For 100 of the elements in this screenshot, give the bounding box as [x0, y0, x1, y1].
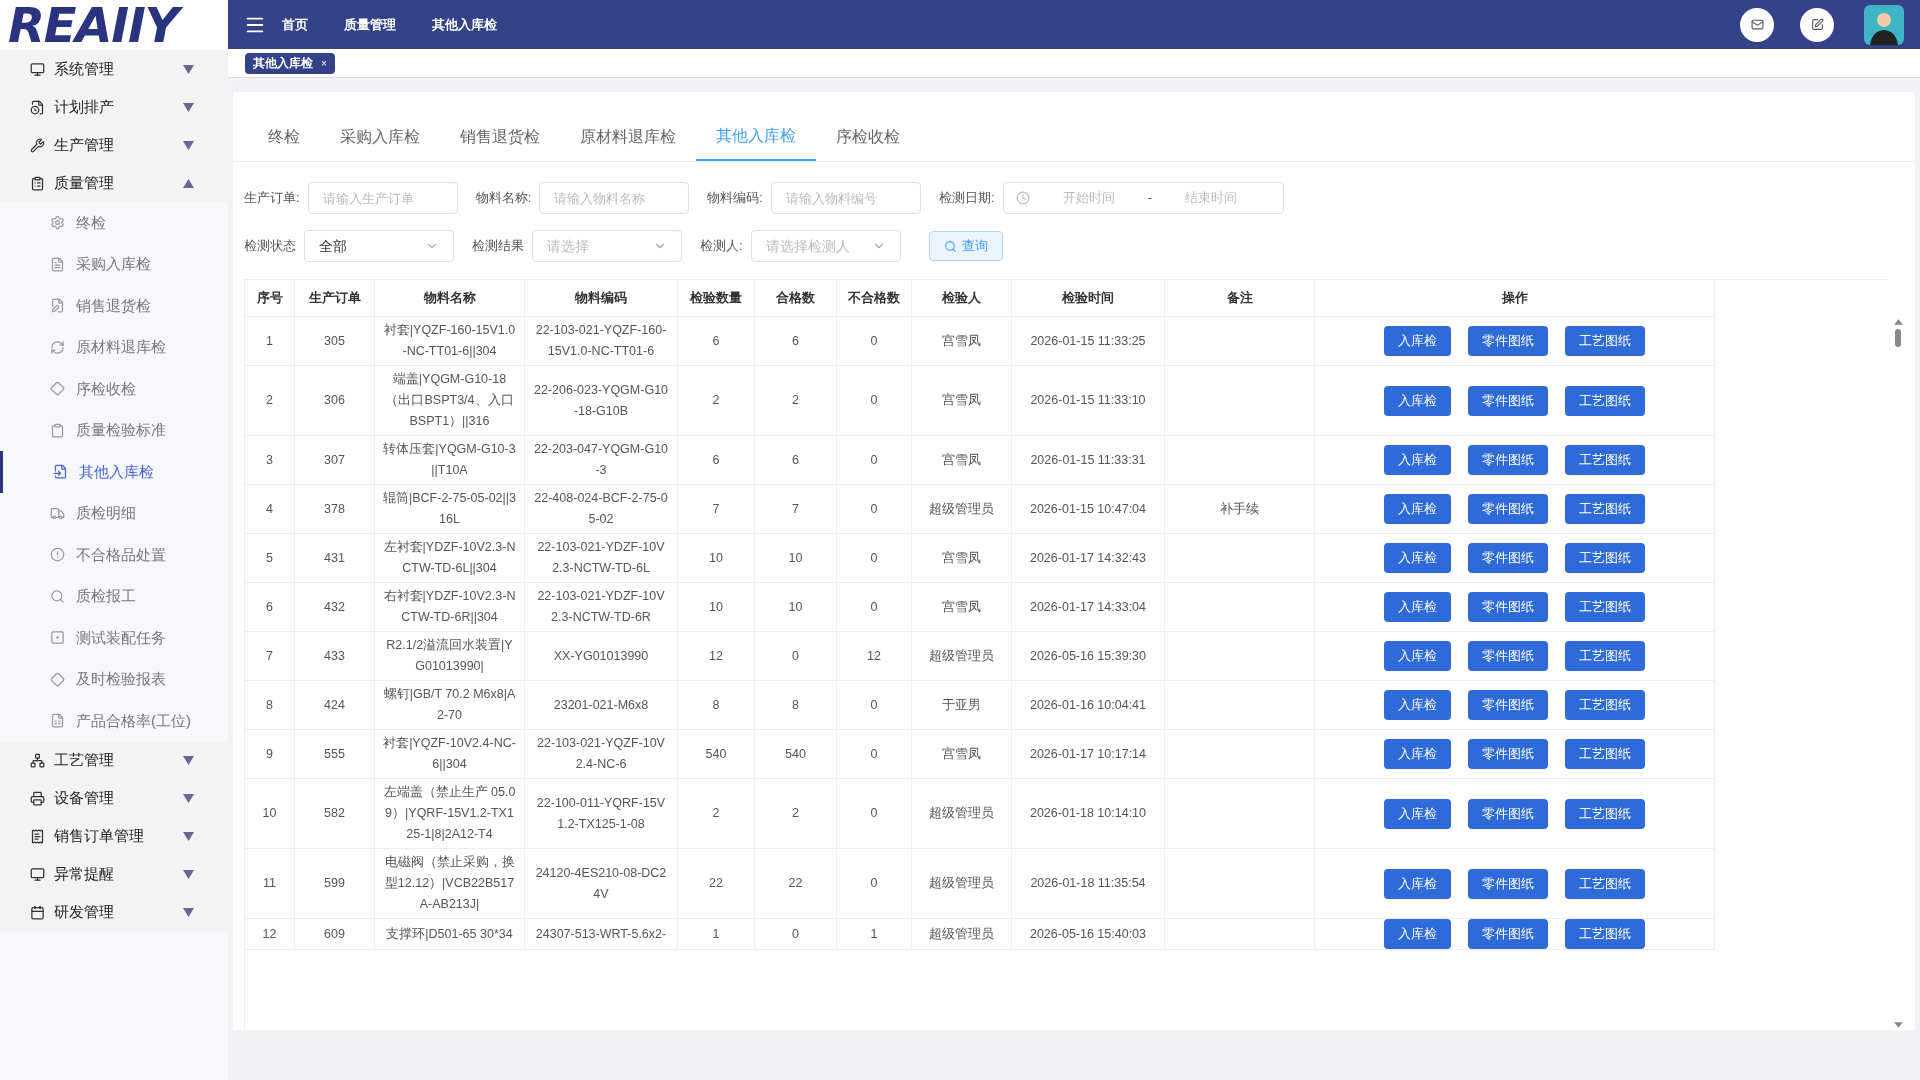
table-cell: 0	[837, 485, 912, 534]
submenu-item[interactable]: 质检报工	[0, 575, 228, 617]
action-button[interactable]: 工艺图纸	[1565, 798, 1645, 829]
select-field[interactable]: 全部	[304, 230, 454, 262]
table-cell: 于亚男	[912, 681, 1012, 730]
action-button[interactable]: 零件图纸	[1468, 445, 1548, 475]
submenu-item[interactable]: 其他入库检	[0, 451, 228, 493]
action-button[interactable]: 零件图纸	[1468, 385, 1548, 416]
action-button[interactable]: 工艺图纸	[1565, 739, 1645, 769]
action-button[interactable]: 入库检	[1384, 690, 1451, 720]
filter-label: 物料名称:	[475, 189, 532, 208]
action-button[interactable]: 工艺图纸	[1565, 641, 1645, 671]
action-button[interactable]: 入库检	[1384, 543, 1451, 573]
menu-item[interactable]: 销售订单管理	[0, 817, 228, 856]
mail-button[interactable]	[1740, 7, 1774, 42]
expand-caret-icon	[183, 102, 194, 112]
tab[interactable]: 序检收检	[816, 113, 920, 161]
submenu-item[interactable]: 终检	[0, 202, 228, 244]
scroll-thumb[interactable]	[1895, 329, 1901, 347]
table-cell: 端盖|YQGM-G10-18（出口BSPT3/4、入口BSPT1）||316	[375, 366, 525, 436]
menu-item[interactable]: 质量管理	[0, 164, 228, 202]
table-cell: 378	[295, 485, 375, 534]
submenu-item[interactable]: 测试装配任务	[0, 617, 228, 659]
action-button[interactable]: 工艺图纸	[1565, 690, 1645, 720]
text-field[interactable]: 请输入物料编号	[770, 182, 921, 214]
submenu-icon	[50, 588, 65, 604]
action-button[interactable]: 零件图纸	[1468, 326, 1548, 356]
table-cell: 2026-01-18 10:14:10	[1012, 779, 1165, 849]
submenu-item[interactable]: 销售退货检	[0, 285, 228, 327]
action-button[interactable]: 入库检	[1384, 385, 1451, 416]
table-cell: 2026-05-16 15:40:03	[1012, 919, 1165, 950]
action-button[interactable]: 入库检	[1384, 868, 1451, 899]
table-cell: 7	[245, 632, 295, 681]
action-button[interactable]: 工艺图纸	[1565, 385, 1645, 416]
menu-item[interactable]: 异常提醒	[0, 855, 228, 894]
action-button[interactable]: 零件图纸	[1468, 494, 1548, 524]
action-button[interactable]: 工艺图纸	[1565, 543, 1645, 573]
tab[interactable]: 原材料退库检	[560, 113, 696, 161]
close-tab-button[interactable]: ×	[321, 55, 327, 71]
submenu-item[interactable]: 产品合格率(工位)	[0, 700, 228, 742]
submenu-item[interactable]: 采购入库检	[0, 243, 228, 285]
submenu-item[interactable]: 质量检验标准	[0, 409, 228, 451]
action-button[interactable]: 入库检	[1384, 445, 1451, 475]
tab[interactable]: 采购入库检	[320, 113, 440, 161]
menu-item[interactable]: 计划排产	[0, 88, 228, 126]
action-button[interactable]: 入库检	[1384, 919, 1451, 949]
tab[interactable]: 销售退货检	[440, 113, 560, 161]
submenu-item[interactable]: 及时检验报表	[0, 658, 228, 700]
search-button[interactable]: 查询	[928, 231, 1003, 261]
table-cell: 6	[245, 583, 295, 632]
action-button[interactable]: 工艺图纸	[1565, 326, 1645, 356]
action-button[interactable]: 工艺图纸	[1565, 445, 1645, 475]
breadcrumb-item[interactable]: 质量管理	[344, 14, 396, 35]
table-cell: 0	[837, 366, 912, 436]
submenu-item[interactable]: 质检明细	[0, 492, 228, 534]
action-button[interactable]: 零件图纸	[1468, 798, 1548, 829]
menu-item[interactable]: 设备管理	[0, 779, 228, 818]
table-cell: 0	[837, 436, 912, 485]
open-page-tab[interactable]: 其他入库检 ×	[245, 52, 335, 74]
action-button[interactable]: 入库检	[1384, 592, 1451, 622]
edit-button[interactable]	[1800, 7, 1834, 42]
action-button[interactable]: 零件图纸	[1468, 739, 1548, 769]
action-button[interactable]: 零件图纸	[1468, 868, 1548, 899]
tab[interactable]: 终检	[248, 113, 320, 161]
menu-item[interactable]: 研发管理	[0, 893, 228, 932]
submenu-item[interactable]: 原材料退库检	[0, 326, 228, 368]
action-button[interactable]: 工艺图纸	[1565, 494, 1645, 524]
action-button[interactable]: 入库检	[1384, 798, 1451, 829]
action-button[interactable]: 入库检	[1384, 739, 1451, 769]
action-button[interactable]: 入库检	[1384, 641, 1451, 671]
collapse-caret-icon	[183, 178, 194, 188]
avatar[interactable]	[1864, 4, 1904, 45]
submenu-item[interactable]: 不合格品处置	[0, 534, 228, 576]
expand-caret-icon	[183, 908, 194, 917]
submenu-item[interactable]: 序检收检	[0, 368, 228, 410]
expand-caret-icon	[183, 794, 194, 803]
action-button[interactable]: 零件图纸	[1468, 919, 1548, 949]
action-button[interactable]: 入库检	[1384, 494, 1451, 524]
breadcrumb-item[interactable]: 首页	[282, 14, 308, 35]
menu-item[interactable]: 系统管理	[0, 50, 228, 88]
table-cell: 转体压套|YQGM-G10-3||T10A	[375, 436, 525, 485]
action-button[interactable]: 零件图纸	[1468, 543, 1548, 573]
text-field[interactable]: 请输入物料名称	[539, 182, 690, 214]
action-button[interactable]: 工艺图纸	[1565, 919, 1645, 949]
table-cell: R2.1/2溢流回水装置|YG01013990|	[375, 632, 525, 681]
action-button[interactable]: 零件图纸	[1468, 641, 1548, 671]
table-cell: 12	[678, 632, 755, 681]
table-cell: 2	[678, 779, 755, 849]
text-field[interactable]: 请输入生产订单	[307, 182, 458, 214]
action-button[interactable]: 入库检	[1384, 326, 1451, 356]
action-button[interactable]: 零件图纸	[1468, 690, 1548, 720]
tab[interactable]: 其他入库检	[696, 113, 816, 161]
submenu-icon	[50, 505, 65, 521]
action-button[interactable]: 工艺图纸	[1565, 868, 1645, 899]
table-cell: 2026-01-17 14:32:43	[1012, 534, 1165, 583]
action-button[interactable]: 工艺图纸	[1565, 592, 1645, 622]
menu-item[interactable]: 工艺管理	[0, 741, 228, 780]
date-range-field[interactable]: 开始时间 - 结束时间	[1002, 182, 1284, 214]
menu-item[interactable]: 生产管理	[0, 126, 228, 164]
action-button[interactable]: 零件图纸	[1468, 592, 1548, 622]
